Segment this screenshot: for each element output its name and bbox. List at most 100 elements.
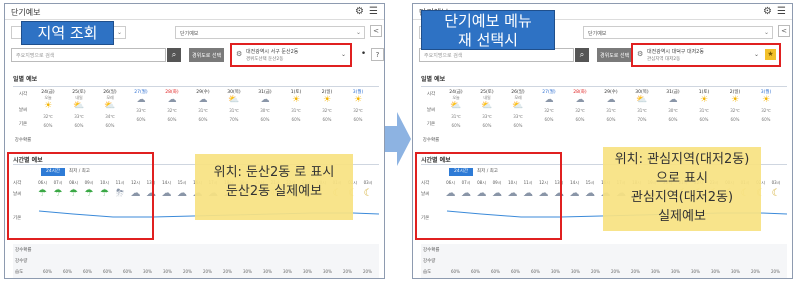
row-label: 강수확률 — [15, 248, 32, 253]
rain-prob: 60% — [730, 117, 740, 122]
day-column: 1(토) ☀ 31℃ 60% — [285, 89, 307, 122]
day-column: 25(토) 내일 ⛅ 33℃ 60% — [68, 89, 90, 128]
humidity-value: 30% — [671, 269, 680, 274]
day-column: 2(일) ☀ 32℃ 60% — [316, 89, 338, 122]
overlay-label: 지역 조회 — [21, 21, 114, 45]
search-input[interactable]: 주요지명으로 검색 — [11, 48, 166, 62]
search-icon[interactable]: ⌕ — [167, 48, 181, 62]
menu-icon[interactable]: ☰ — [369, 6, 378, 17]
humidity-value: 60% — [531, 269, 540, 274]
humidity-value: 60% — [43, 269, 52, 274]
search-icon[interactable]: ⌕ — [575, 48, 589, 62]
weather-icon: ☀ — [699, 95, 709, 105]
help-icon[interactable]: ? — [371, 48, 384, 61]
gear-icon[interactable]: ⚙ — [355, 6, 364, 17]
day-temp: 31℃ — [198, 108, 208, 113]
hour-time: 15시 — [585, 180, 595, 185]
weather-icon: ⛅ — [481, 101, 493, 111]
share-icon[interactable]: < — [370, 25, 382, 37]
day-temp: 31℃ — [229, 108, 239, 113]
humidity-value: 30% — [711, 269, 720, 274]
rain-prob: 60% — [105, 123, 115, 128]
row-label: 기온 — [18, 122, 28, 127]
humidity-value: 30% — [163, 269, 172, 274]
humidity-value: 20% — [183, 269, 192, 274]
humidity-value: 60% — [471, 269, 480, 274]
day-column: 27(월) ☁ 32℃ 60% — [538, 89, 560, 122]
humidity-value: 20% — [591, 269, 600, 274]
row-label: 시각 — [426, 92, 436, 97]
daily-forecast-label: 일별 예보 — [421, 76, 446, 83]
day-temp: 31℃ — [291, 108, 301, 113]
latlon-select-button[interactable]: 경위도로 선택 — [189, 48, 225, 62]
weather-icon: ☁ — [177, 188, 187, 199]
location-select[interactable]: ⚙ 대전광역시 대덕구 대저2동 관심지역 대저2동 ⌄ ★ — [631, 43, 781, 67]
humidity-value: 30% — [143, 269, 152, 274]
humidity-value: 20% — [223, 269, 232, 274]
rain-prob: 60% — [167, 117, 177, 122]
menu-icon[interactable]: ☰ — [777, 6, 786, 17]
daily-forecast-table: 시각 날씨 기온 강수확률 24(금) 오늘 ☀ 32℃ 60% 25(토) 내일 ⛅ 33℃ 60% 26… — [13, 86, 379, 150]
weather-icon: ☁ — [569, 188, 580, 199]
rain-prob: 70% — [229, 117, 239, 122]
weather-icon: ⛅ — [104, 101, 116, 111]
forecast-type-select[interactable]: 단기예보 ⌄ — [175, 26, 365, 39]
rain-prob: 60% — [513, 123, 523, 128]
row-label: 기온 — [426, 122, 436, 127]
rain-prob: 60% — [291, 117, 301, 122]
rain-prob: 60% — [451, 123, 461, 128]
humidity-value: 60% — [103, 269, 112, 274]
day-temp: 33℃ — [482, 114, 492, 119]
location-name: 대전광역시 서구 둔산2동 — [246, 49, 299, 55]
humidity-value: 60% — [63, 269, 72, 274]
search-input[interactable]: 주요지명으로 검색 — [419, 48, 574, 62]
annotation-line: 으로 표시 — [656, 171, 708, 186]
chevron-down-icon: ⌄ — [355, 29, 361, 36]
rain-prob: 60% — [482, 123, 492, 128]
weather-icon: ☀ — [730, 95, 740, 105]
latlon-select-button[interactable]: 경위도로 선택 — [597, 48, 633, 62]
gear-icon: ⚙ — [637, 50, 644, 58]
star-icon[interactable]: ★ — [765, 49, 776, 60]
day-column: 29(수) ☁ 31℃ 60% — [192, 89, 214, 122]
day-column: 27(월) ☁ 33℃ 60% — [130, 89, 152, 122]
row-label: 습도 — [423, 270, 432, 275]
day-column: 1(토) ☀ 31℃ 60% — [693, 89, 715, 122]
day-temp: 32℃ — [730, 108, 740, 113]
left-screenshot-panel: 단기예보 ⚙ ☰ ⌄ 단기예보 ⌄ < 주요지명으로 검색 ⌕ 경위도로 선택 ⚙… — [4, 3, 385, 279]
overlay-label: 단기예보 메뉴 재 선택시 — [421, 10, 555, 50]
forecast-type-select[interactable]: 단기예보 ⌄ — [583, 26, 773, 39]
rain-prob: 60% — [322, 117, 332, 122]
annotation-line: 실제예보 — [658, 209, 706, 224]
annotation-box: 위치: 관심지역(대저2동) 으로 표시 관심지역(대저2동) 실제예보 — [603, 147, 761, 231]
day-column: 24(금) 오늘 ☀ 32℃ 60% — [37, 89, 59, 128]
day-column: 24(금) 오늘 ⛅ 31℃ 60% — [445, 89, 467, 128]
rain-prob: 60% — [761, 117, 771, 122]
hour-time: 15시 — [177, 180, 187, 185]
row-label: 습도 — [15, 270, 24, 275]
day-column: 26(일) 모레 ⛅ 34℃ 60% — [99, 89, 121, 128]
humidity-value: 30% — [263, 269, 272, 274]
weather-icon: ☁ — [167, 95, 177, 105]
location-select[interactable]: ⚙ 대전광역시 서구 둔산2동 경위도선택 둔산2동 ⌄ — [230, 43, 352, 67]
annotation-box: 위치: 둔산2동 로 표시 둔산2동 실제예보 — [195, 154, 353, 220]
weather-icon: ☁ — [668, 95, 678, 105]
weather-icon: ☁ — [606, 95, 616, 105]
weather-icon: ☀ — [291, 95, 301, 105]
weather-icon: ☁ — [544, 95, 554, 105]
hourly-detail-rows: 강수확률 강수량 습도 60% 60% 60% 60% 60% 30% 30% 20% 20% 20% 3… — [13, 244, 379, 278]
share-icon[interactable]: < — [778, 25, 790, 37]
highlight-box-hourly — [7, 152, 154, 240]
day-temp: 33℃ — [74, 114, 84, 119]
day-column: 28(화) ☁ 32℃ 60% — [569, 89, 591, 122]
weather-icon: ☾ — [771, 188, 781, 199]
day-column: 25(토) 내일 ⛅ 33℃ 60% — [476, 89, 498, 128]
day-temp: 32℃ — [575, 108, 585, 113]
humidity-value: 30% — [283, 269, 292, 274]
rain-prob: 60% — [699, 117, 709, 122]
gear-icon[interactable]: ⚙ — [763, 6, 772, 17]
weather-icon: ☀ — [353, 95, 363, 105]
day-column: 2(일) ☀ 32℃ 60% — [724, 89, 746, 122]
chevron-down-icon: ⌄ — [763, 29, 769, 36]
row-label: 강수확률 — [422, 138, 440, 143]
